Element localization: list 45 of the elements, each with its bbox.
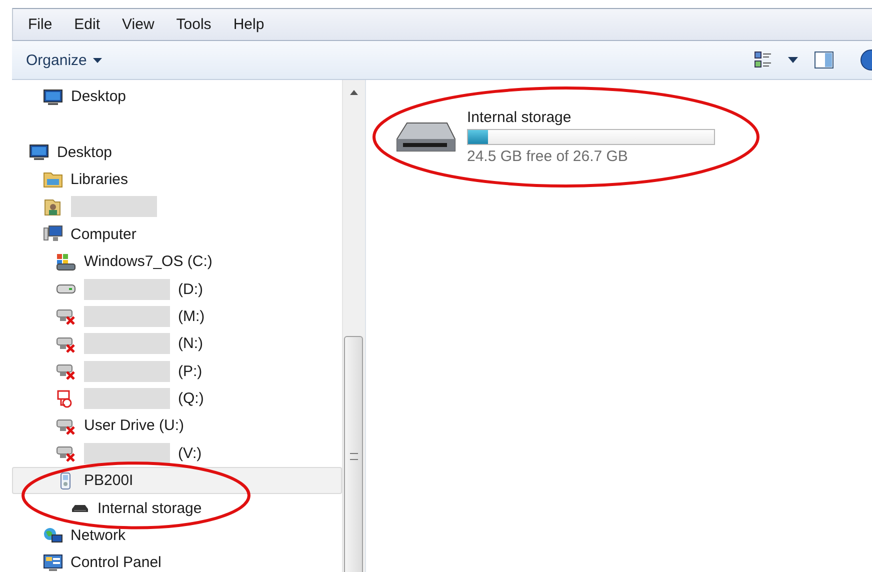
tree-item[interactable]: (M:) — [12, 302, 342, 330]
hard-drive-icon — [56, 284, 76, 294]
tree-item[interactable]: Windows7_OS (C:) — [12, 248, 342, 276]
tree-item[interactable]: Libraries — [12, 166, 342, 194]
network-drive-icon — [56, 334, 76, 353]
network-drive-icon — [56, 307, 76, 326]
monitor-icon — [29, 143, 49, 162]
preview-pane-icon[interactable] — [814, 51, 834, 69]
tree-item[interactable]: (Q:) — [12, 384, 342, 412]
organize-button[interactable]: Organize — [20, 48, 108, 72]
tree-item[interactable]: (V:) — [12, 440, 342, 468]
tree-item[interactable]: PB200I — [12, 467, 342, 494]
network-drive-icon — [56, 416, 76, 435]
monitor-icon — [43, 88, 63, 106]
tree-item[interactable]: (P:) — [12, 358, 342, 385]
computer-icon — [42, 225, 62, 244]
tree-item[interactable]: Network — [12, 522, 342, 550]
drive-tile[interactable]: Internal storage 24.5 GB free of 26.7 GB — [371, 85, 761, 189]
menu-item[interactable]: Edit — [63, 16, 112, 33]
tree-item[interactable]: User Drive (U:) — [12, 412, 342, 440]
library-folder-icon — [42, 170, 62, 188]
tree-item[interactable]: Internal storage — [12, 494, 342, 522]
tree-item[interactable]: Desktop — [12, 138, 342, 166]
menu-item[interactable]: Help — [222, 16, 276, 33]
free-space-text: 24.5 GB free of 26.7 GB — [467, 148, 629, 165]
network-drive-icon — [56, 362, 76, 380]
view-options-icon[interactable] — [754, 51, 772, 69]
scrollbar-thumb[interactable] — [344, 336, 363, 572]
nav-item[interactable]: Desktop — [12, 83, 342, 110]
menu-item[interactable]: File — [17, 16, 64, 33]
network-icon — [42, 526, 62, 545]
scroll-up-icon[interactable] — [350, 90, 358, 95]
tree-item[interactable]: (N:) — [12, 330, 342, 358]
caret-icon[interactable] — [788, 57, 798, 63]
tree-item[interactable]: Control Panel — [12, 549, 342, 572]
user-folder-icon — [42, 198, 62, 216]
tree-item[interactable]: Computer — [12, 220, 342, 248]
caret-icon — [92, 58, 102, 62]
drive-icon — [70, 504, 88, 513]
menu-item[interactable]: Tools — [165, 16, 222, 33]
drive-name: Internal storage — [467, 109, 572, 126]
system-drive-icon — [56, 252, 76, 271]
network-drive-icon — [56, 444, 76, 462]
menu-item[interactable]: View — [111, 16, 166, 33]
tree-item[interactable]: (D:) — [12, 275, 342, 303]
